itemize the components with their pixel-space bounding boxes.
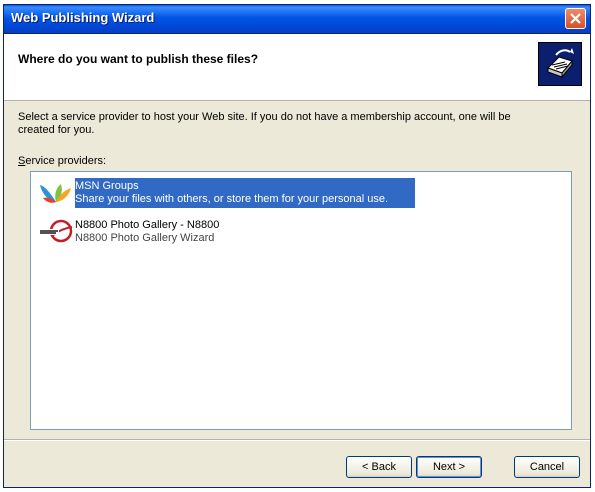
provider-item-n8800-photo-gallery[interactable]: N8800 Photo Gallery - N8800 N8800 Photo … [33, 217, 569, 247]
provider-name: MSN Groups [75, 180, 139, 192]
window-title: Web Publishing Wizard [11, 10, 155, 25]
description-text: Select a service provider to host your W… [18, 111, 511, 136]
back-button[interactable]: < Back [346, 456, 412, 478]
provider-description: Share your files with others, or store t… [75, 193, 389, 205]
service-providers-label: Service providers: [18, 155, 106, 167]
n8800-logo-icon [39, 219, 73, 243]
cancel-button[interactable]: Cancel [514, 456, 580, 478]
wizard-header: Where do you want to publish these files… [4, 34, 590, 101]
provider-item-msn-groups[interactable]: MSN Groups Share your files with others,… [33, 178, 569, 208]
msn-butterfly-icon [40, 184, 71, 203]
footer-divider [4, 439, 590, 441]
title-bar[interactable]: Web Publishing Wizard [4, 5, 590, 34]
next-button[interactable]: Next > [416, 456, 482, 478]
close-button[interactable] [565, 8, 586, 29]
web-publishing-icon [538, 42, 582, 86]
service-providers-label-text: ervice providers: [25, 155, 107, 167]
close-icon [570, 13, 581, 24]
provider-name: N8800 Photo Gallery - N8800 [75, 219, 220, 231]
service-providers-list[interactable]: MSN Groups Share your files with others,… [30, 171, 572, 430]
wizard-window: Web Publishing Wizard Where do you want … [3, 4, 591, 488]
page-title: Where do you want to publish these files… [18, 52, 259, 66]
provider-description: N8800 Photo Gallery Wizard [75, 232, 215, 244]
